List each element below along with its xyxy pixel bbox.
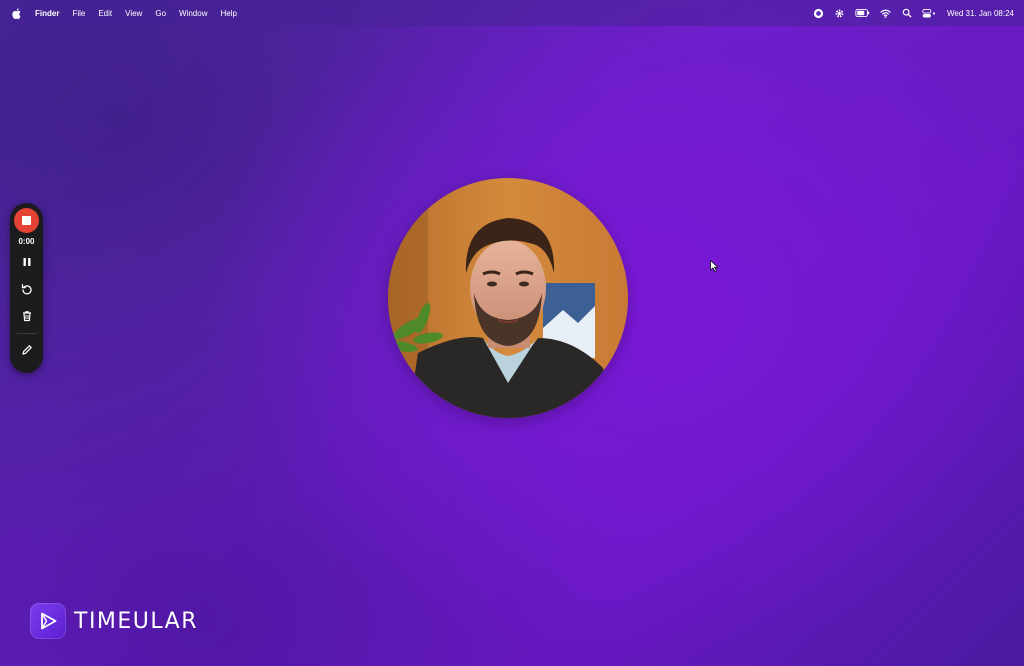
search-icon[interactable] xyxy=(901,7,913,19)
trash-icon xyxy=(22,311,31,322)
timeular-logo: TIMEULAR xyxy=(30,603,198,639)
menu-view[interactable]: View xyxy=(125,9,142,18)
menu-bar-clock[interactable]: Wed 31. Jan 08:24 xyxy=(947,9,1014,18)
stop-icon xyxy=(22,216,31,225)
recording-toolbar: 0:00 xyxy=(10,203,43,373)
screen-recorder-icon[interactable] xyxy=(813,7,825,19)
menu-file[interactable]: File xyxy=(72,9,85,18)
restart-button[interactable] xyxy=(16,278,38,300)
menu-edit[interactable]: Edit xyxy=(98,9,112,18)
brand-name: TIMEULAR xyxy=(74,608,199,634)
apple-icon[interactable] xyxy=(12,7,22,19)
battery-icon[interactable] xyxy=(855,7,871,19)
delete-button[interactable] xyxy=(16,305,38,327)
restart-icon xyxy=(21,284,32,295)
menu-app-name[interactable]: Finder xyxy=(35,9,59,18)
webcam-bubble[interactable] xyxy=(388,178,628,418)
control-center-icon[interactable] xyxy=(922,7,938,19)
webcam-feed-image xyxy=(388,178,628,418)
timeular-logo-icon xyxy=(30,603,66,639)
draw-button[interactable] xyxy=(16,339,38,361)
pause-icon xyxy=(23,258,30,266)
mouse-cursor-icon xyxy=(710,260,719,272)
pencil-icon xyxy=(21,345,32,355)
menu-bar-right: Wed 31. Jan 08:24 xyxy=(804,0,1014,26)
menu-help[interactable]: Help xyxy=(220,9,236,18)
recording-timer: 0:00 xyxy=(18,237,35,246)
menu-bar-left: Finder File Edit View Go Window Help xyxy=(12,0,250,26)
settings-gear-icon[interactable] xyxy=(834,7,846,19)
menu-bar: Finder File Edit View Go Window Help Wed… xyxy=(0,0,1024,26)
wifi-icon[interactable] xyxy=(880,7,892,19)
menu-window[interactable]: Window xyxy=(179,9,207,18)
toolbar-divider xyxy=(16,333,37,334)
menu-go[interactable]: Go xyxy=(155,9,166,18)
pause-button[interactable] xyxy=(16,251,38,273)
stop-recording-button[interactable] xyxy=(14,208,39,233)
